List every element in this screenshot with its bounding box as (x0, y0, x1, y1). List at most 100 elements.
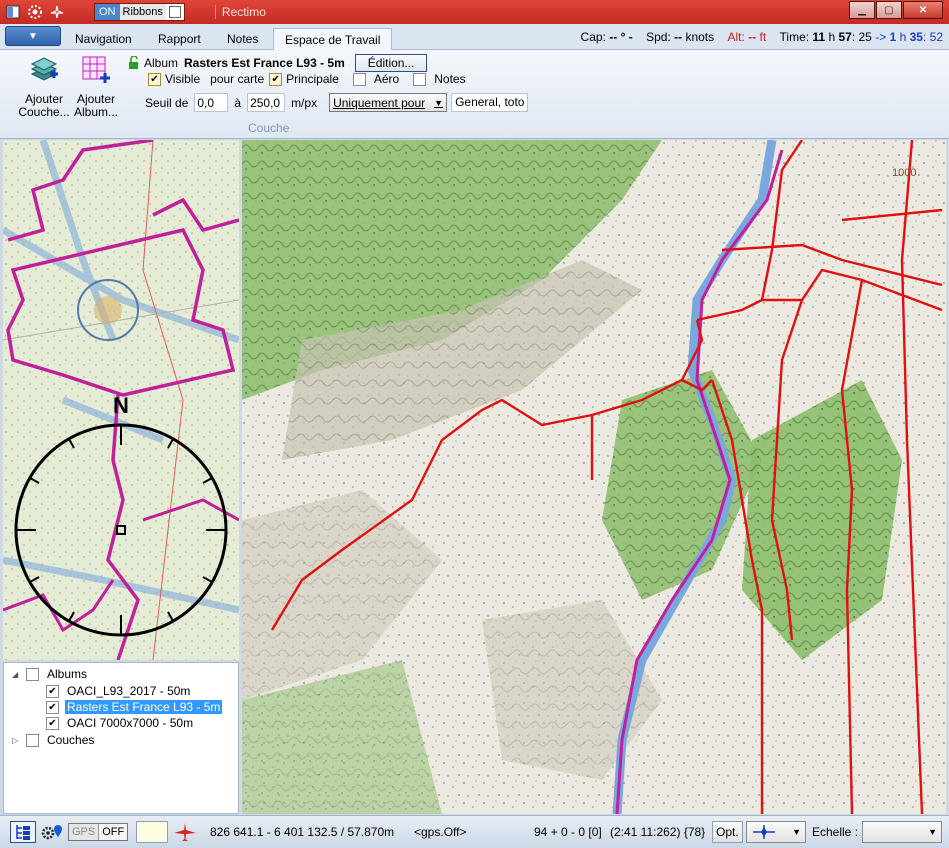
orientation-dropdown[interactable]: ▼ (746, 821, 806, 843)
expanded-arrow-icon[interactable]: ◢ (12, 670, 22, 679)
tab-rapport[interactable]: Rapport (147, 28, 212, 50)
tile-info: (2:41 11:262) {78} (610, 825, 706, 839)
add-layer-label: Ajouter Couche... (18, 92, 70, 119)
elevation-label: 1000 (892, 167, 916, 179)
aero-checkbox[interactable] (352, 72, 366, 86)
chevron-down-icon: ▼ (28, 30, 38, 42)
cap-label: Cap: (580, 30, 606, 44)
visible-label: Visible (165, 72, 201, 86)
app-menu-button[interactable]: ▼ (5, 26, 61, 46)
alt-value: -- (748, 30, 757, 44)
layer-checkbox[interactable]: ✔ (46, 700, 59, 714)
dropdown-arrow-icon: ▼ (434, 97, 444, 108)
layers-panel-toggle[interactable] (10, 821, 36, 843)
couches-checkbox[interactable] (26, 733, 39, 747)
flight-status: Cap: -- ° - Spd: -- knots Alt: -- ft Tim… (581, 30, 943, 44)
window-controls: ▁ ▢ ✕ (848, 1, 943, 19)
aircraft-icon (174, 823, 196, 841)
time-arrow: -> (875, 30, 887, 44)
settings-gear-icon[interactable] (26, 3, 44, 21)
time-hours: 11 (812, 30, 826, 44)
gps-settings-button[interactable] (40, 821, 64, 843)
time-hours-unit: h (828, 30, 836, 44)
mode-select-value: Uniquement pour (333, 95, 426, 110)
unlock-icon[interactable] (128, 56, 140, 70)
main-map-canvas: 1000 (242, 140, 946, 814)
app-icon[interactable] (4, 3, 22, 21)
compass-arrow-icon (753, 825, 775, 839)
tree-item-oaci-7000[interactable]: ✔ OACI 7000x7000 - 50m (46, 716, 193, 730)
cap-value: -- ° - (609, 30, 633, 44)
albums-checkbox[interactable] (26, 667, 39, 681)
maximize-button[interactable]: ▢ (876, 1, 902, 19)
ribbons-checkbox[interactable] (168, 6, 181, 18)
principale-checkbox[interactable]: ✔ (269, 72, 283, 86)
scale-dropdown[interactable]: ▼ (862, 821, 942, 843)
ribbons-label: Ribbons (119, 4, 166, 20)
spd-label: Spd: (646, 30, 671, 44)
tile-counter: 94 + 0 - 0 [0] (534, 825, 602, 839)
aircraft-button[interactable] (172, 821, 198, 843)
edit-button[interactable]: Édition... (354, 54, 428, 72)
add-layer-icon (30, 57, 58, 81)
overview-map[interactable]: N (3, 140, 239, 660)
spd-unit: knots (685, 30, 715, 44)
close-button[interactable]: ✕ (903, 1, 943, 19)
album-row: Album Rasters Est France L93 - 5m Éditio… (128, 54, 428, 72)
add-album-label: Ajouter Album... (73, 92, 118, 119)
options-button[interactable]: Opt. (712, 821, 743, 843)
ribbons-toggle[interactable]: ON Ribbons (94, 3, 185, 21)
gps-toggle[interactable]: GPS OFF (68, 821, 129, 843)
dropdown-arrow-icon: ▼ (792, 827, 801, 837)
seuil-max-input[interactable] (247, 93, 286, 112)
seuil-min-input[interactable] (194, 93, 229, 112)
time2-hours: 1 (889, 30, 897, 44)
albums-label: Albums (47, 667, 88, 681)
add-album-icon (82, 56, 110, 83)
tree-albums[interactable]: ◢ Albums (12, 667, 87, 681)
layer-label: Rasters Est France L93 - 5m (65, 700, 223, 714)
pour-carte-label: pour carte (210, 72, 265, 86)
tab-notes[interactable]: Notes (216, 28, 269, 50)
collapsed-arrow-icon[interactable]: ▷ (12, 736, 22, 745)
dropdown-arrow-icon: ▼ (928, 827, 937, 837)
visible-checkbox[interactable]: ✔ (148, 72, 161, 86)
layer-checkbox[interactable]: ✔ (46, 684, 59, 698)
tree-item-oaci-l93[interactable]: ✔ OACI_L93_2017 - 50m (46, 684, 190, 698)
compass-north-label: N (113, 393, 129, 418)
window-title: Rectimo (214, 5, 266, 19)
options-row: ✔ Visible pour carte ✔ Principale Aéro N… (148, 72, 466, 86)
unit-label: m/px (291, 95, 318, 110)
time2-seconds: : 52 (922, 30, 943, 44)
seuil-label: Seuil de (145, 95, 189, 110)
title-bar: ON Ribbons Rectimo ▁ ▢ ✕ (0, 0, 949, 24)
gps-state: OFF (98, 824, 128, 840)
add-layer-button[interactable]: Ajouter Couche... (18, 54, 70, 119)
ribbons-on-label: ON (95, 4, 120, 20)
ribbon-tab-row: ▼ Navigation Rapport Notes Espace de Tra… (0, 24, 949, 50)
minimize-button[interactable]: ▁ (849, 1, 875, 19)
notes-checkbox[interactable] (413, 72, 427, 86)
main-map[interactable]: 1000 (242, 140, 946, 814)
threshold-row: Seuil de à m/px Uniquement pour ▼ Genera… (145, 93, 529, 112)
layer-checkbox[interactable]: ✔ (46, 716, 59, 730)
tree-view-icon (16, 825, 30, 840)
tab-espace-de-travail[interactable]: Espace de Travail (273, 28, 393, 50)
overview-map-canvas: N (3, 140, 239, 660)
color-swatch[interactable] (136, 821, 168, 843)
gps-status: <gps.Off> (414, 825, 467, 839)
tree-item-rasters-est-france[interactable]: ✔ Rasters Est France L93 - 5m (46, 700, 223, 714)
album-label: Album (144, 56, 179, 70)
couches-label: Couches (47, 733, 95, 747)
cursor-coordinates: 826 641.1 - 6 401 132.5 / 57.870m (210, 825, 395, 839)
tab-navigation[interactable]: Navigation (64, 28, 143, 50)
spd-value: -- (674, 30, 683, 44)
mode-select[interactable]: Uniquement pour ▼ (329, 93, 448, 112)
plane-icon[interactable] (48, 3, 66, 21)
principale-label: Principale (286, 72, 339, 86)
ribbon-panel: Ajouter Couche... Ajouter Album... Album… (0, 50, 949, 139)
time-seconds: : 25 (851, 30, 872, 44)
add-album-button[interactable]: Ajouter Album... (70, 54, 122, 119)
mode-field[interactable]: General, toto (451, 93, 529, 112)
tree-couches[interactable]: ▷ Couches (12, 733, 94, 747)
